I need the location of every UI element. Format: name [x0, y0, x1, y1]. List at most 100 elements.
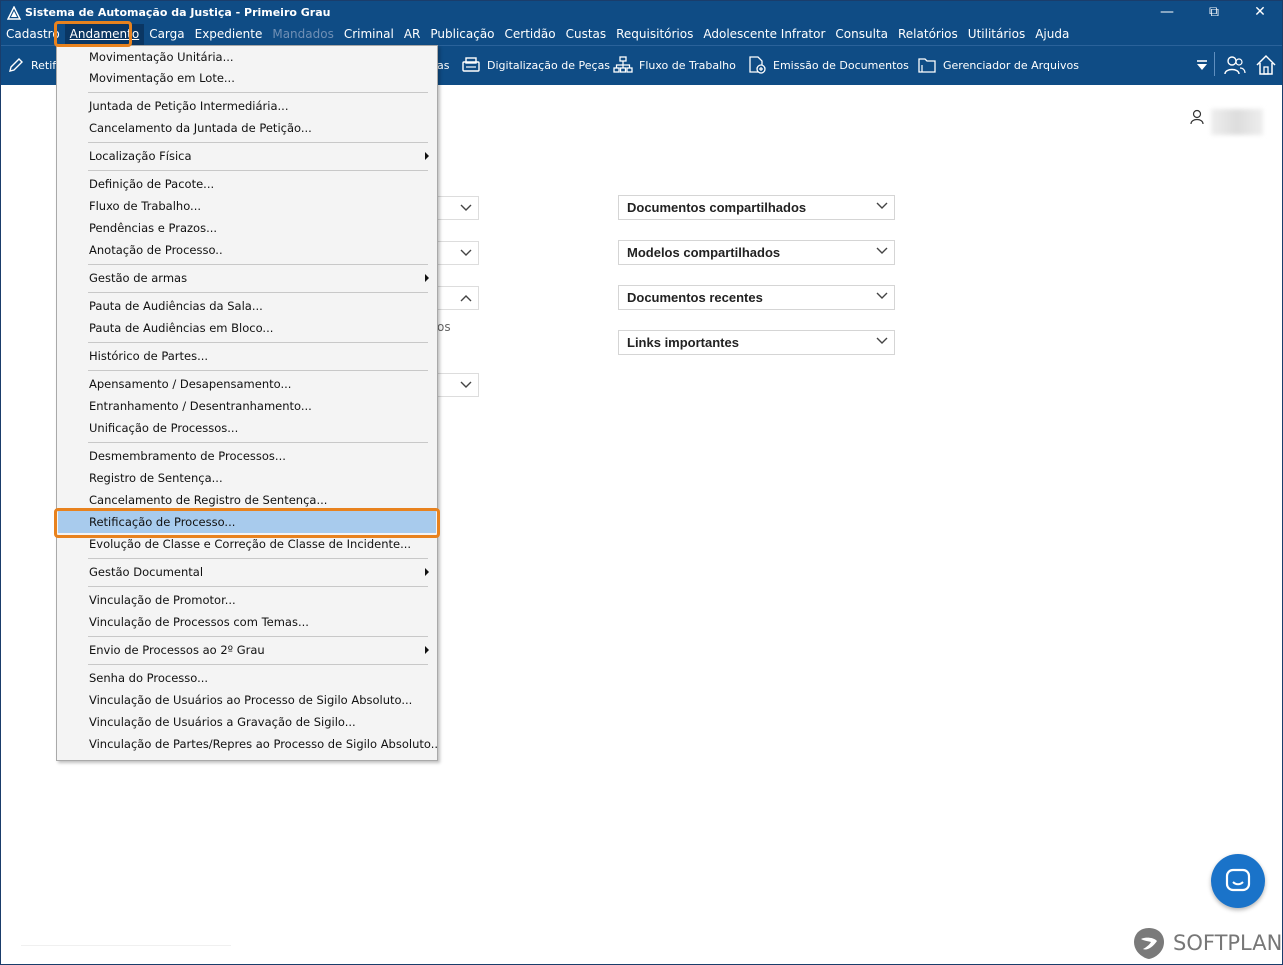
menu-ar[interactable]: AR: [399, 24, 426, 45]
minimize-button[interactable]: —: [1144, 1, 1190, 23]
menu-item-label: Gestão de armas: [89, 271, 188, 285]
menu-item-senha-do-processo[interactable]: Senha do Processo...: [58, 667, 436, 689]
accordion-documentos-recentes[interactable]: Documentos recentes: [618, 285, 895, 310]
menu-item-pendencias-e-prazos[interactable]: Pendências e Prazos...: [58, 217, 436, 239]
chat-button[interactable]: [1211, 854, 1265, 908]
menu-expediente[interactable]: Expediente: [190, 24, 268, 45]
toolbar-fluxo-button[interactable]: Fluxo de Trabalho: [613, 46, 736, 84]
menu-andamento[interactable]: Andamento: [64, 24, 145, 45]
menu-consulta[interactable]: Consulta: [830, 24, 893, 45]
menu-item-vinculacao-de-usuarios-a-gravacao-de-sigilo[interactable]: Vinculação de Usuários a Gravação de Sig…: [58, 711, 436, 733]
chevron-up-icon: [460, 295, 472, 302]
accordion-label: Modelos compartilhados: [627, 245, 781, 260]
menu-item-retificacao-de-processo[interactable]: Retificação de Processo...: [58, 511, 436, 533]
user-profile-button[interactable]: [1190, 109, 1204, 128]
scanner-icon: [462, 57, 480, 72]
menu-item-fluxo-de-trabalho[interactable]: Fluxo de Trabalho...: [58, 195, 436, 217]
menu-separator: [88, 442, 428, 443]
toolbar-retificacao-button[interactable]: Retif: [7, 46, 56, 84]
menu-separator: [88, 664, 428, 665]
menu-item-vinculacao-de-partes-repres-ao-processo-de-sigilo-absoluto[interactable]: Vinculação de Partes/Repres ao Processo …: [58, 733, 439, 755]
toolbar-emissao-button[interactable]: Emissão de Documentos: [747, 46, 909, 84]
menu-item-apensamento-desapensamento[interactable]: Apensamento / Desapensamento...: [58, 373, 436, 395]
minimize-icon: —: [1160, 4, 1174, 20]
app-window: Sistema de Automação da Justiça - Primei…: [0, 0, 1283, 965]
edit-icon: [9, 58, 23, 72]
menu-separator: [88, 342, 428, 343]
menu-item-evolucao-de-classe-e-correcao-de-classe-de-incidente[interactable]: Evolução de Classe e Correção de Classe …: [58, 533, 436, 555]
toolbar-digitalizacao-label: Digitalização de Peças: [487, 58, 611, 72]
toolbar-partial-label: as: [437, 46, 449, 84]
menu-item-movimentacao-em-lote[interactable]: Movimentação em Lote...: [58, 67, 436, 89]
menu-item-historico-de-partes[interactable]: Histórico de Partes...: [58, 345, 436, 367]
menu-item-label: Movimentação em Lote...: [89, 71, 235, 85]
menu-certidao[interactable]: Certidão: [500, 24, 561, 45]
menu-mandados: Mandados: [272, 27, 334, 41]
menu-item-juntada-de-peticao-intermediaria[interactable]: Juntada de Petição Intermediária...: [58, 95, 436, 117]
left-panel-toggle-1[interactable]: [437, 196, 479, 220]
menu-item-anotacao-de-processo[interactable]: Anotação de Processo..: [58, 239, 436, 261]
menu-item-pauta-de-audiencias-da-sala[interactable]: Pauta de Audiências da Sala...: [58, 295, 436, 317]
menu-item-unificacao-de-processos[interactable]: Unificação de Processos...: [58, 417, 436, 439]
accordion-modelos-compartilhados[interactable]: Modelos compartilhados: [618, 240, 895, 265]
toolbar-gerenciador-label: Gerenciador de Arquivos: [943, 58, 1079, 72]
chevron-down-icon: [876, 337, 888, 344]
menu-criminal[interactable]: Criminal: [339, 24, 399, 45]
menu-separator: [88, 636, 428, 637]
menu-item-cancelamento-da-juntada-de-peticao[interactable]: Cancelamento da Juntada de Petição...: [58, 117, 436, 139]
menu-item-registro-de-sentenca[interactable]: Registro de Sentença...: [58, 467, 436, 489]
menu-item-label: Unificação de Processos...: [89, 421, 239, 435]
menu-item-definicao-de-pacote[interactable]: Definição de Pacote...: [58, 173, 436, 195]
menu-item-cancelamento-de-registro-de-sentenca[interactable]: Cancelamento de Registro de Sentença...: [58, 489, 436, 511]
menu-item-vinculacao-de-processos-com-temas[interactable]: Vinculação de Processos com Temas...: [58, 611, 436, 633]
menu-cadastro[interactable]: Cadastro: [1, 24, 65, 45]
accordion-documentos-compartilhados[interactable]: Documentos compartilhados: [618, 195, 895, 220]
menu-publicacao[interactable]: Publicação: [425, 24, 499, 45]
menu-item-label: Vinculação de Partes/Repres ao Processo …: [89, 737, 439, 751]
softplan-logo-icon: [1134, 928, 1164, 959]
menu-relatorios[interactable]: Relatórios: [893, 24, 963, 45]
left-panel-toggle-3[interactable]: [437, 286, 479, 310]
toolbar-filter-button[interactable]: [1195, 58, 1209, 75]
menu-item-vinculacao-de-usuarios-ao-processo-de-sigilo-absoluto[interactable]: Vinculação de Usuários ao Processo de Si…: [58, 689, 436, 711]
menu-adolescente-infrator[interactable]: Adolescente Infrator: [698, 24, 830, 45]
menu-item-label: Histórico de Partes...: [89, 349, 209, 363]
restore-button[interactable]: ⧉: [1191, 1, 1237, 23]
toolbar-digitalizacao-button[interactable]: Digitalização de Peças: [461, 46, 610, 84]
menu-requisitorios[interactable]: Requisitórios: [611, 24, 698, 45]
chevron-down-icon: [460, 381, 472, 388]
toolbar-retif-label: Retif: [31, 58, 57, 72]
menu-custas[interactable]: Custas: [561, 24, 612, 45]
workflow-icon: [613, 56, 633, 73]
menu-separator: [88, 170, 428, 171]
menu-item-label: Pauta de Audiências da Sala...: [89, 299, 263, 313]
softplan-watermark: SOFTPLAN: [1131, 925, 1282, 961]
toolbar-users-button[interactable]: [1223, 54, 1247, 79]
menu-item-localizacao-fisica[interactable]: Localização Física: [58, 145, 436, 167]
menu-item-label: Envio de Processos ao 2º Grau: [89, 643, 265, 657]
left-panel-toggle-4[interactable]: [437, 373, 479, 397]
menu-item-pauta-de-audiencias-em-bloco[interactable]: Pauta de Audiências em Bloco...: [58, 317, 436, 339]
menu-item-label: Desmembramento de Processos...: [89, 449, 286, 463]
menu-item-desmembramento-de-processos[interactable]: Desmembramento de Processos...: [58, 445, 436, 467]
menu-item-entranhamento-desentranhamento[interactable]: Entranhamento / Desentranhamento...: [58, 395, 436, 417]
menu-item-movimentacao-unitaria[interactable]: Movimentação Unitária...: [58, 46, 436, 68]
toolbar-gerenciador-button[interactable]: Gerenciador de Arquivos: [917, 46, 1079, 84]
accordion-links-importantes[interactable]: Links importantes: [618, 330, 895, 355]
menu-ajuda[interactable]: Ajuda: [1030, 24, 1074, 45]
menu-separator: [88, 142, 428, 143]
submenu-arrow-icon: [425, 568, 429, 576]
menu-utilitarios[interactable]: Utilitários: [963, 24, 1030, 45]
menu-carga[interactable]: Carga: [144, 24, 189, 45]
menu-item-gestao-documental[interactable]: Gestão Documental: [58, 561, 436, 583]
left-panel-toggle-2[interactable]: [437, 241, 479, 265]
menu-item-label: Evolução de Classe e Correção de Classe …: [89, 537, 412, 551]
menu-item-label: Pauta de Audiências em Bloco...: [89, 321, 274, 335]
chevron-down-icon: [876, 292, 888, 299]
menu-item-gestao-de-armas[interactable]: Gestão de armas: [58, 267, 436, 289]
toolbar-home-button[interactable]: [1255, 54, 1277, 79]
menu-item-label: Retificação de Processo...: [89, 515, 236, 529]
menu-item-envio-de-processos-ao-2-grau[interactable]: Envio de Processos ao 2º Grau: [58, 639, 436, 661]
close-button[interactable]: ✕: [1237, 1, 1283, 23]
menu-item-vinculacao-de-promotor[interactable]: Vinculação de Promotor...: [58, 589, 436, 611]
